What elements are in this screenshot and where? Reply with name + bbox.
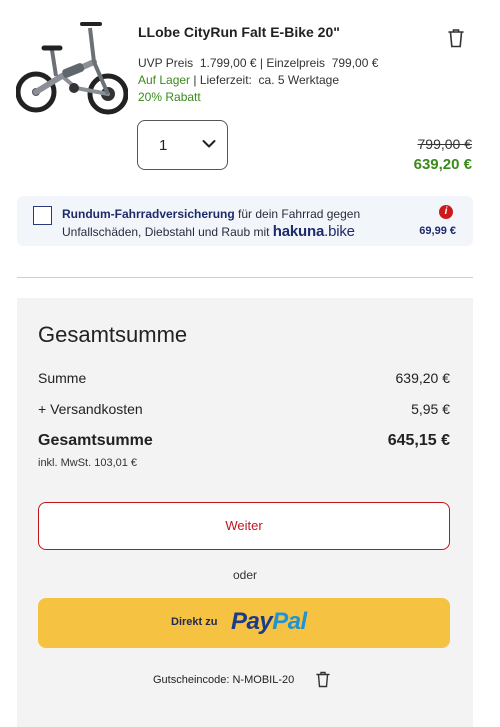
paypal-logo-pal: Pal — [272, 608, 307, 635]
remove-item-trash-icon[interactable] — [447, 28, 465, 48]
insurance-checkbox[interactable] — [33, 206, 52, 225]
paypal-logo: PayPal — [231, 608, 307, 636]
stock-status: Auf Lager — [138, 73, 191, 87]
einzelpreis-label: | Einzelpreis — [259, 56, 326, 70]
shipping-label: + Versandkosten — [38, 401, 143, 417]
discount-badge: 20% Rabatt — [138, 90, 201, 104]
total-label: Gesamtsumme — [38, 432, 153, 449]
vat-info: inkl. MwSt. 103,01 € — [38, 457, 138, 469]
product-title[interactable]: LLobe CityRun Falt E-Bike 20" — [138, 24, 340, 40]
insurance-price: 69,99 € — [419, 225, 456, 237]
uvp-value: 1.799,00 € — [199, 56, 257, 70]
divider — [17, 277, 473, 278]
discounted-price: 639,20 € — [413, 156, 472, 173]
total-value: 645,15 € — [387, 432, 450, 449]
shipping-value: 5,95 € — [411, 401, 450, 417]
uvp-label: UVP Preis — [138, 56, 194, 70]
or-separator: oder — [232, 568, 258, 582]
hakuna-logo-suffix: .bike — [324, 223, 355, 240]
chevron-down-icon — [202, 140, 216, 148]
info-icon[interactable]: i — [439, 205, 453, 219]
quantity-value: 1 — [159, 137, 168, 154]
delivery-label: | Lieferzeit: — [193, 73, 252, 87]
order-summary: Gesamtsumme Summe 639,20 € + Versandkost… — [17, 298, 473, 727]
old-price: 799,00 € — [417, 136, 473, 152]
einzelpreis-value: 799,00 € — [331, 56, 379, 70]
subtotal-value: 639,20 € — [395, 370, 451, 386]
subtotal-label: Summe — [38, 370, 87, 386]
hakuna-logo-main: hakuna — [272, 223, 325, 240]
paypal-logo-pay: Pay — [231, 608, 273, 635]
delivery-value: ca. 5 Werktage — [258, 73, 340, 87]
remove-coupon-trash-icon[interactable] — [316, 671, 330, 688]
continue-button[interactable]: Weiter — [38, 502, 450, 550]
insurance-offer: Rundum-Fahrradversicherung für dein Fahr… — [17, 196, 473, 246]
price-info: UVP Preis 1.799,00 € | Einzelpreis 799,0… — [138, 56, 378, 70]
coupon-code: Gutscheincode: N-MOBIL-20 — [153, 674, 295, 686]
insurance-brand-text: Rundum-Fahrradversicherung — [62, 207, 235, 221]
paypal-prefix: Direkt zu — [171, 616, 218, 628]
cart-item: LLobe CityRun Falt E-Bike 20" UVP Preis … — [0, 0, 500, 190]
paypal-checkout-button[interactable]: Direkt zu PayPal — [38, 598, 450, 648]
folding-ebike-image — [16, 22, 128, 115]
summary-heading: Gesamtsumme — [38, 322, 188, 347]
insurance-description: Rundum-Fahrradversicherung für dein Fahr… — [62, 206, 382, 241]
availability-info: Auf Lager | Lieferzeit: ca. 5 Werktage — [138, 73, 339, 87]
quantity-select[interactable]: 1 — [137, 120, 228, 170]
hakuna-bike-logo: hakuna.bike — [273, 223, 355, 240]
